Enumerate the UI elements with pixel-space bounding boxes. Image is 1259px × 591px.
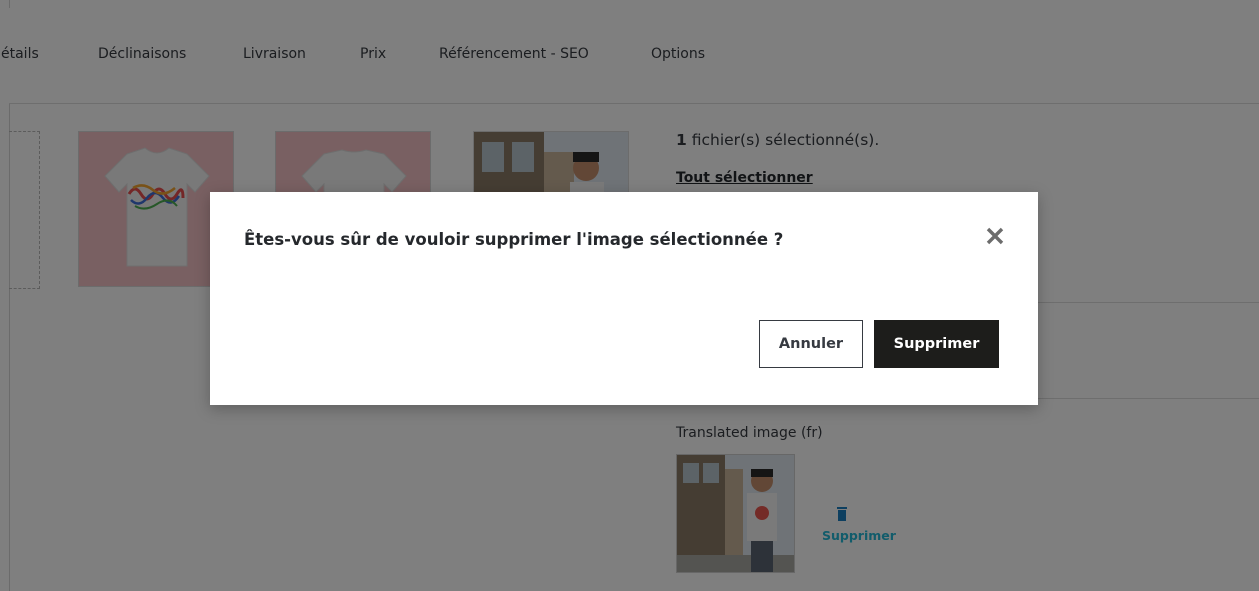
cancel-button[interactable]: Annuler	[759, 320, 863, 368]
confirm-delete-dialog: Êtes-vous sûr de vouloir supprimer l'ima…	[210, 192, 1038, 405]
dialog-title: Êtes-vous sûr de vouloir supprimer l'ima…	[244, 230, 784, 249]
delete-button[interactable]: Supprimer	[874, 320, 999, 368]
close-icon[interactable]	[983, 224, 1007, 248]
